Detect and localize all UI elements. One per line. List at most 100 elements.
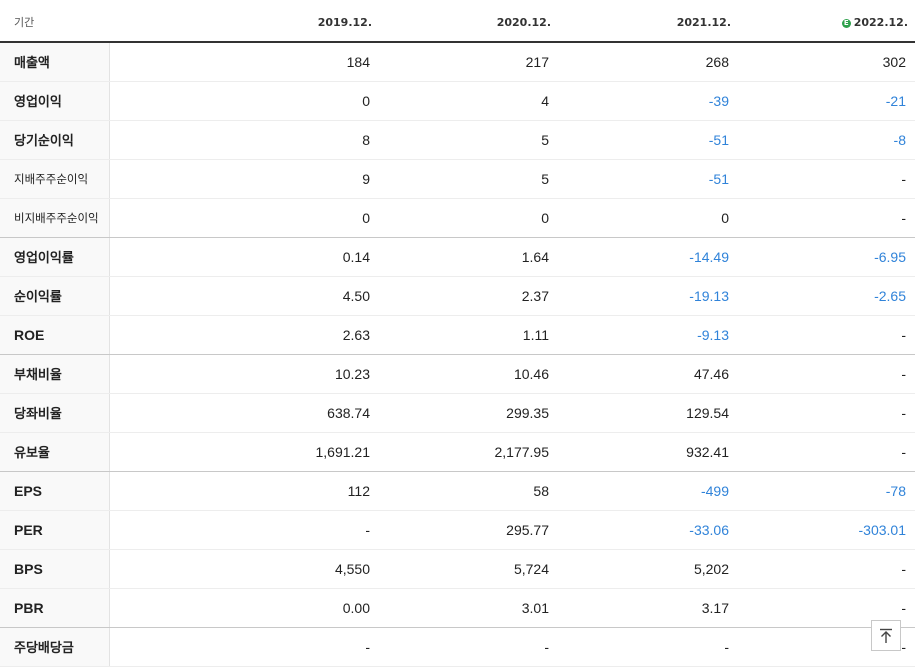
value-cell-2019: 4,550 <box>109 549 379 589</box>
row-label: EPS <box>0 471 110 511</box>
table-row: 주당배당금 - - - - <box>0 627 915 667</box>
value-cell-2021: -19.13 <box>558 276 738 316</box>
estimate-badge-icon: E <box>841 18 851 28</box>
value-cell-2022: - <box>738 198 915 238</box>
period-header-2022-label: 2022.12. <box>853 15 908 29</box>
value-cell-2022: -6.95 <box>738 237 915 277</box>
value-cell-2021: 129.54 <box>558 393 738 433</box>
table-row: PBR 0.00 3.01 3.17- <box>0 588 915 628</box>
value-cell-2022: -21 <box>738 81 915 121</box>
row-label: 매출액 <box>0 42 110 82</box>
value-cell-2022: -303.01 <box>738 510 915 550</box>
value-cell-2022: - <box>738 549 915 589</box>
value-cell-2021: -51 <box>558 159 738 199</box>
value-cell-2021: 3.17 <box>558 588 738 628</box>
table-header: 기간 2019.12. 2020.12. 2021.12. E 2022.12. <box>0 3 915 43</box>
value-cell-2019: - <box>109 510 379 550</box>
header-row: 기간 2019.12. 2020.12. 2021.12. E 2022.12. <box>0 3 915 43</box>
row-label: BPS <box>0 549 110 589</box>
period-header-2019: 2019.12. <box>109 3 379 43</box>
value-cell-2019: 0 <box>109 81 379 121</box>
row-label: 지배주주순이익 <box>0 159 110 199</box>
value-cell-2019: 1,691.21 <box>109 432 379 472</box>
value-cell-2019: 0 <box>109 198 379 238</box>
row-label: 비지배주주순이익 <box>0 198 110 238</box>
table-row: 비지배주주순이익 0 0 0- <box>0 198 915 238</box>
value-cell-2022: - <box>738 393 915 433</box>
value-cell-2019: - <box>109 627 379 667</box>
row-label: ROE <box>0 315 110 355</box>
value-cell-2019: 0.14 <box>109 237 379 277</box>
row-label: 주당배당금 <box>0 627 110 667</box>
table-row: PER -295.77 -33.06 -303.01 <box>0 510 915 550</box>
row-label: 당기순이익 <box>0 120 110 160</box>
row-label: 순이익률 <box>0 276 110 316</box>
value-cell-2021: 47.46 <box>558 354 738 394</box>
value-cell-2021: -39 <box>558 81 738 121</box>
value-cell-2020: 10.46 <box>379 354 558 394</box>
value-cell-2021: 268 <box>558 42 738 82</box>
value-cell-2020: 4 <box>379 81 558 121</box>
row-label: PBR <box>0 588 110 628</box>
table-row: ROE 2.63 1.11 -9.13- <box>0 315 915 355</box>
value-cell-2019: 112 <box>109 471 379 511</box>
row-label: 영업이익률 <box>0 237 110 277</box>
value-cell-2020: 0 <box>379 198 558 238</box>
value-cell-2020: - <box>379 627 558 667</box>
table-row: 당좌비율 638.74 299.35 129.54- <box>0 393 915 433</box>
financial-summary-table: 기간 2019.12. 2020.12. 2021.12. E 2022.12. … <box>0 3 915 667</box>
value-cell-2022: -78 <box>738 471 915 511</box>
row-label: 유보율 <box>0 432 110 472</box>
value-cell-2021: 0 <box>558 198 738 238</box>
value-cell-2022: -2.65 <box>738 276 915 316</box>
table-body: 매출액 184 217 268 302 영업이익 0 4 -39 -21 당기순이익 8 5 -51 -8 지… <box>0 42 915 667</box>
table-row: 당기순이익 8 5 -51 -8 <box>0 120 915 160</box>
value-cell-2022: -8 <box>738 120 915 160</box>
row-label: 당좌비율 <box>0 393 110 433</box>
table-row: 유보율 1,691.21 2,177.95 932.41- <box>0 432 915 472</box>
value-cell-2020: 217 <box>379 42 558 82</box>
value-cell-2021: 5,202 <box>558 549 738 589</box>
table-row: EPS 112 58 -499 -78 <box>0 471 915 511</box>
value-cell-2019: 8 <box>109 120 379 160</box>
table-row: 매출액 184 217 268 302 <box>0 42 915 82</box>
value-cell-2019: 4.50 <box>109 276 379 316</box>
value-cell-2021: -14.49 <box>558 237 738 277</box>
value-cell-2019: 638.74 <box>109 393 379 433</box>
period-header-2020: 2020.12. <box>379 3 558 43</box>
row-label: PER <box>0 510 110 550</box>
value-cell-2020: 299.35 <box>379 393 558 433</box>
value-cell-2019: 0.00 <box>109 588 379 628</box>
table-row: 부채비율 10.23 10.46 47.46- <box>0 354 915 394</box>
value-cell-2020: 1.11 <box>379 315 558 355</box>
value-cell-2021: -33.06 <box>558 510 738 550</box>
arrow-up-to-line-icon <box>880 628 892 643</box>
value-cell-2019: 2.63 <box>109 315 379 355</box>
table-row: 지배주주순이익 9 5 -51- <box>0 159 915 199</box>
table-row: 영업이익률 0.14 1.64 -14.49 -6.95 <box>0 237 915 277</box>
value-cell-2020: 1.64 <box>379 237 558 277</box>
row-label: 영업이익 <box>0 81 110 121</box>
table-row: BPS 4,550 5,724 5,202- <box>0 549 915 589</box>
value-cell-2021: -499 <box>558 471 738 511</box>
value-cell-2022: - <box>738 159 915 199</box>
value-cell-2020: 2.37 <box>379 276 558 316</box>
value-cell-2022: - <box>738 315 915 355</box>
table-row: 영업이익 0 4 -39 -21 <box>0 81 915 121</box>
value-cell-2020: 2,177.95 <box>379 432 558 472</box>
value-cell-2020: 5 <box>379 120 558 160</box>
value-cell-2021: -51 <box>558 120 738 160</box>
scroll-to-top-button[interactable] <box>871 620 901 651</box>
value-cell-2020: 5,724 <box>379 549 558 589</box>
value-cell-2019: 10.23 <box>109 354 379 394</box>
value-cell-2020: 5 <box>379 159 558 199</box>
value-cell-2019: 184 <box>109 42 379 82</box>
period-header-2021: 2021.12. <box>558 3 738 43</box>
period-header-2022: E 2022.12. <box>738 3 915 43</box>
value-cell-2022: - <box>738 354 915 394</box>
period-header-label: 기간 <box>0 3 109 43</box>
value-cell-2021: 932.41 <box>558 432 738 472</box>
value-cell-2022: - <box>738 432 915 472</box>
row-label: 부채비율 <box>0 354 110 394</box>
value-cell-2020: 3.01 <box>379 588 558 628</box>
